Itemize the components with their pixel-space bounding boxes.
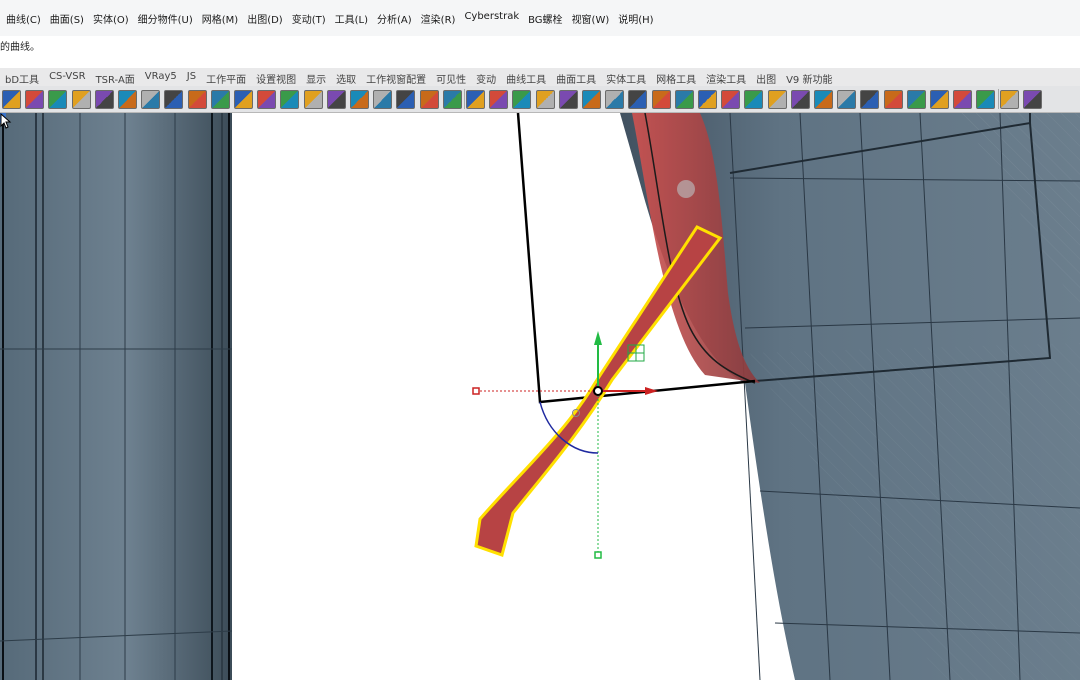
gear2-icon[interactable] (976, 90, 996, 109)
toolbar-tab-16[interactable]: 渲染工具 (701, 71, 751, 86)
toolbar-tab-7[interactable]: 显示 (301, 71, 331, 86)
cut-icon[interactable] (94, 90, 114, 109)
cube2-icon[interactable] (930, 90, 949, 109)
pencil-icon[interactable] (674, 90, 694, 109)
menu-item-1[interactable]: 曲面(S) (50, 11, 84, 26)
image-icon[interactable] (489, 90, 509, 109)
move-icon[interactable] (303, 90, 323, 109)
diamond-icon[interactable] (396, 90, 416, 109)
box2-icon[interactable] (837, 90, 857, 109)
toolbar-tab-11[interactable]: 变动 (471, 71, 501, 86)
menu-item-5[interactable]: 出图(D) (247, 11, 283, 26)
menu-items: 曲线(C) 曲面(S) 实体(O) 细分物件(U) 网格(M) 出图(D) 变动(T) 工具(… (0, 11, 657, 26)
arc2-icon[interactable] (883, 90, 903, 109)
toolbar-tab-8[interactable]: 选取 (331, 71, 361, 86)
toolbar-tab-2[interactable]: TSR-A面 (91, 71, 140, 86)
menu-item-12[interactable]: 视窗(W) (572, 11, 610, 26)
extrude-icon[interactable] (25, 90, 45, 109)
cylinder-icon[interactable] (326, 90, 346, 109)
gizmo-x-handle[interactable] (472, 387, 480, 395)
bounding-icon[interactable] (535, 90, 555, 109)
curve-icon[interactable] (628, 90, 648, 109)
toolbar-separator (464, 89, 465, 109)
toolbar-tab-0[interactable]: bD工具 (0, 71, 44, 86)
toolbar-tab-5[interactable]: 工作平面 (201, 71, 251, 86)
toolbar-separator (997, 89, 999, 109)
cube-icon[interactable] (419, 90, 439, 109)
checker-icon[interactable] (187, 90, 207, 109)
menu-item-9[interactable]: 渲染(R) (421, 11, 456, 26)
toolbar-tab-18[interactable]: V9 新功能 (781, 71, 837, 86)
toolbar-tab-10[interactable]: 可见性 (431, 71, 471, 86)
menu-item-11[interactable]: BG螺栓 (528, 11, 562, 26)
command-prompt-text: 的曲线。 (0, 42, 40, 53)
plane-icon[interactable] (350, 90, 369, 109)
drop-icon[interactable] (906, 90, 926, 109)
sweep-icon[interactable] (512, 90, 532, 109)
gizmo-z-arrow[interactable] (594, 331, 602, 345)
dots-icon[interactable] (651, 90, 671, 109)
toolbar-tab-6[interactable]: 设置视图 (251, 71, 301, 86)
gizmo-x-arrow[interactable] (645, 387, 658, 395)
perspective-viewport[interactable] (0, 113, 1080, 680)
star-icon[interactable] (814, 90, 833, 109)
command-input-area[interactable] (0, 54, 1080, 69)
toolbar-tab-1[interactable]: CS-VSR (44, 71, 91, 86)
box-icon[interactable] (2, 90, 21, 109)
ring-icon[interactable] (790, 90, 810, 109)
sphere-icon[interactable] (721, 90, 741, 109)
menu-item-10[interactable]: Cyberstrak (464, 11, 519, 26)
left-model-surface (0, 113, 233, 680)
solid-icon[interactable] (48, 90, 68, 109)
menu-item-0[interactable]: 曲线(C) (6, 11, 41, 26)
toolbar-tab-14[interactable]: 实体工具 (601, 71, 651, 86)
toolbar-tab-9[interactable]: 工作视窗配置 (361, 71, 431, 86)
menu-item-3[interactable]: 细分物件(U) (138, 11, 193, 26)
gear1-icon[interactable] (953, 90, 973, 109)
gear3-icon[interactable] (999, 90, 1019, 109)
camera-icon[interactable] (210, 90, 230, 109)
gizmo-center-icon[interactable] (593, 386, 603, 396)
target-icon[interactable] (234, 90, 253, 109)
patch-icon[interactable] (373, 90, 393, 109)
menu-item-8[interactable]: 分析(A) (377, 11, 412, 26)
surface-icon[interactable] (141, 90, 161, 109)
toolbar-tab-12[interactable]: 曲线工具 (501, 71, 551, 86)
arc-icon[interactable] (860, 90, 880, 109)
mesh-icon[interactable] (71, 90, 91, 109)
menu-item-6[interactable]: 变动(T) (292, 11, 326, 26)
toolbar-tab-17[interactable]: 出图 (751, 71, 781, 86)
blend-icon[interactable] (558, 90, 578, 109)
menu-item-2[interactable]: 实体(O) (93, 11, 129, 26)
toolbar-tab-15[interactable]: 网格工具 (651, 71, 701, 86)
menu-item-13[interactable]: 说明(H) (618, 11, 653, 26)
toolbar-tab-3[interactable]: VRay5 (140, 71, 182, 86)
menu-item-4[interactable]: 网格(M) (202, 11, 238, 26)
rotate-icon[interactable] (280, 90, 300, 109)
export-icon[interactable] (1022, 90, 1042, 109)
toolbar-tab-bar: bD工具 CS-VSR TSR-A面 VRay5 JS 工作平面 设置视图 显示 选取 工作视窗配… (0, 68, 1080, 86)
mouse-cursor-icon (0, 113, 12, 129)
axis-icon[interactable] (466, 90, 485, 109)
tag-icon[interactable] (257, 90, 277, 109)
contrast-icon[interactable] (744, 90, 764, 109)
toolbar (0, 86, 1080, 113)
menu-bar: 曲线(C) 曲面(S) 实体(O) 细分物件(U) 网格(M) 出图(D) 变动(T) 工具(… (0, 0, 1080, 37)
command-line: 的曲线。 (0, 36, 1080, 54)
menu-item-7[interactable]: 工具(L) (335, 11, 368, 26)
paint-icon[interactable] (767, 90, 787, 109)
gradient-icon[interactable] (118, 90, 137, 109)
globe-icon[interactable] (698, 90, 717, 109)
gizmo-y-handle[interactable] (594, 551, 602, 559)
viewport-canvas[interactable] (0, 113, 1080, 680)
frame-icon[interactable] (442, 90, 462, 109)
fill-icon[interactable] (164, 90, 184, 109)
layer-icon[interactable] (605, 90, 625, 109)
toolbar-tab-13[interactable]: 曲面工具 (551, 71, 601, 86)
toolbar-tab-4[interactable]: JS (182, 71, 201, 86)
pen-icon[interactable] (582, 90, 601, 109)
toolbar-tabs: bD工具 CS-VSR TSR-A面 VRay5 JS 工作平面 设置视图 显示 选取 工作视窗配… (0, 71, 837, 86)
